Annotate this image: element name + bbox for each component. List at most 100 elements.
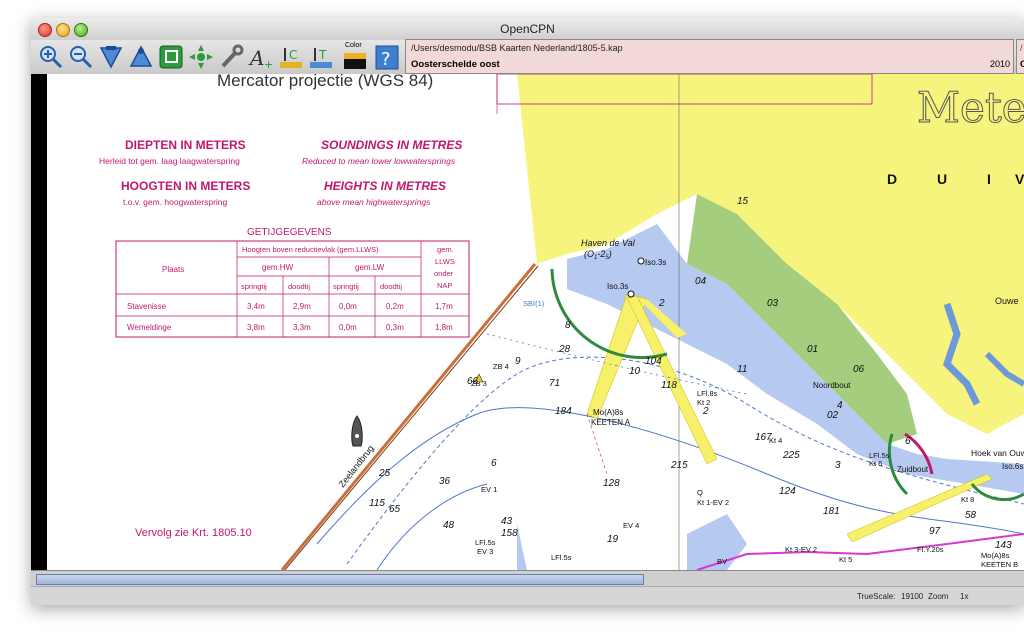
depth-sounding: 9 [515,356,521,367]
depth-sounding: 11 [737,364,747,375]
projection-text: Mercator projectie (WGS 84) [217,74,433,90]
zoom-in-button[interactable] [37,43,65,71]
tide-row-1-v5: 1,7m [435,302,453,311]
svg-text:+: + [264,58,273,71]
tide-row-2-v5: 1,8m [435,323,453,332]
chart-left-border [31,74,47,570]
ev1-label: EV 1 [481,485,497,494]
depth-sounding: 10 [629,366,641,377]
text-toggle-button[interactable]: A + [247,43,275,71]
ouwe-label: Ouwe [995,296,1019,306]
zoom-in-icon [40,46,63,69]
depth-sounding: 215 [670,460,688,471]
ev3-label: EV 3 [477,547,493,556]
moa-label: Mo(A)8s [593,408,623,417]
heights-en: HEIGHTS IN METRES [324,179,446,193]
bv-label: BV [717,557,727,566]
heights-en-sub: above mean highwatersprings [317,197,431,207]
depth-sounding: 15 [737,196,749,207]
chart-outline-button[interactable] [157,43,185,71]
depth-sounding: 04 [695,276,707,287]
depth-sounding: 6 [905,436,911,447]
kt3ev2-label: Kt 3-EV 2 [785,545,817,554]
heights-nl: HOOGTEN IN METERS [121,179,250,193]
zuidbout-label: Zuidbout [897,465,929,474]
scale-out-button[interactable] [127,43,155,71]
kt6-label: Kt 6 [869,459,882,468]
tide-header-group: Hoogten boven reductievlak (gem.LLWS) [242,245,379,254]
depth-sounding: 8 [565,320,571,331]
tide-header-llws-4: NAP [437,281,452,290]
chart-bar-track [36,574,644,585]
tide-header-llws-3: onder [434,269,454,278]
tide-sub-4: doodtij [380,282,402,291]
depth-sounding: 65 [389,504,401,515]
depth-sounding: 02 [827,410,839,421]
haven-label: Haven de Val [581,238,636,248]
truescale-value: 19100 [901,592,924,601]
chart-outline-icon [159,45,183,69]
depth-sounding: 01 [807,344,818,355]
chart-info-panel[interactable]: /Users/desmodu/BSB Kaarten Nederland/180… [405,39,1014,74]
scale-in-button[interactable] [97,43,125,71]
tide-row-1-v1: 3,4m [247,302,265,311]
noordbout-label: Noordbout [813,381,851,390]
depths-nl-sub: Herleid tot gem. laag laagwaterspring [99,156,240,166]
tide-header-llws-2: LLWS [435,257,455,266]
help-button[interactable]: ? [373,43,401,71]
q-label: Q [697,488,703,497]
continuation-note: Vervolg zie Krt. 1805.10 [135,527,252,539]
depth-sounding: 28 [558,344,571,355]
keeten-b-label: KEETEN B [981,560,1018,569]
lfl5s-label-a: LFl.5s [475,538,496,547]
chart-bar[interactable] [31,570,1024,587]
lighthouse-marker [637,257,645,265]
tide-header-hw: gem.HW [262,263,294,272]
zoom-value: 1x [960,592,969,601]
truescale-label: TrueScale: [857,592,896,601]
depth-sounding: 2 [658,298,665,309]
depth-sounding: 43 [501,516,513,527]
region-letter-d: D [887,171,897,187]
settings-button[interactable] [217,43,245,71]
scale-in-icon [99,46,123,69]
color-label: Color [345,42,362,49]
app-window: OpenCPN A + C T Color ? /Users/desmodu/B… [31,18,1024,605]
heights-nl-sub: t.o.v. gem. hoogwaterspring [123,197,228,207]
ev4-label: EV 4 [623,521,639,530]
chart-canvas[interactable]: Mercator projectie (WGS 84) DIEPTEN IN M… [31,74,1024,570]
iso3s-label-a: Iso.3s [645,258,666,267]
region-title: Meter [917,83,1024,132]
depth-sounding: 58 [965,510,977,521]
depth-sounding: 124 [779,486,796,497]
tide-button[interactable]: T [307,43,335,71]
zb4-label: ZB 4 [493,362,509,371]
depth-sounding: 143 [995,540,1012,551]
depths-nl: DIEPTEN IN METERS [125,138,246,152]
chart-info-panel-secondary[interactable]: / O [1016,39,1024,74]
tide-sub-3: springtij [333,282,359,291]
chart-path: /Users/desmodu/BSB Kaarten Nederland/180… [411,43,623,53]
follow-ship-button[interactable] [187,43,215,71]
chart-name: Oosterschelde oost [411,59,500,70]
nautical-chart[interactable]: Mercator projectie (WGS 84) DIEPTEN IN M… [47,74,1024,570]
tide-table-title: GETIJGEGEVENS [247,227,332,238]
zoom-out-button[interactable] [67,43,95,71]
sbi-label: SBI(1) [523,299,545,308]
depth-sounding: 181 [823,506,840,517]
tide-row-1-place: Stavenisse [127,302,167,311]
tide-row-2-v1: 3,8m [247,323,265,332]
svg-text:A: A [248,46,264,70]
keeten-a-label: KEETEN A [591,418,631,427]
lighthouse-marker [627,290,635,298]
current-button[interactable]: C [277,43,305,71]
status-bar: TrueScale: 19100 Zoom 1x [31,586,1024,605]
tide-row-1-v2: 2,9m [293,302,311,311]
depth-sounding: 36 [439,476,451,487]
text-toggle-icon: A + [248,46,273,71]
current-icon: C [280,48,302,68]
soundings-en-sub: Reduced to mean lower lowwatersprings [302,156,456,166]
depth-sounding: 128 [603,478,620,489]
title-bar: OpenCPN [31,18,1024,41]
iso6s-label: Iso.6s [1002,462,1023,471]
